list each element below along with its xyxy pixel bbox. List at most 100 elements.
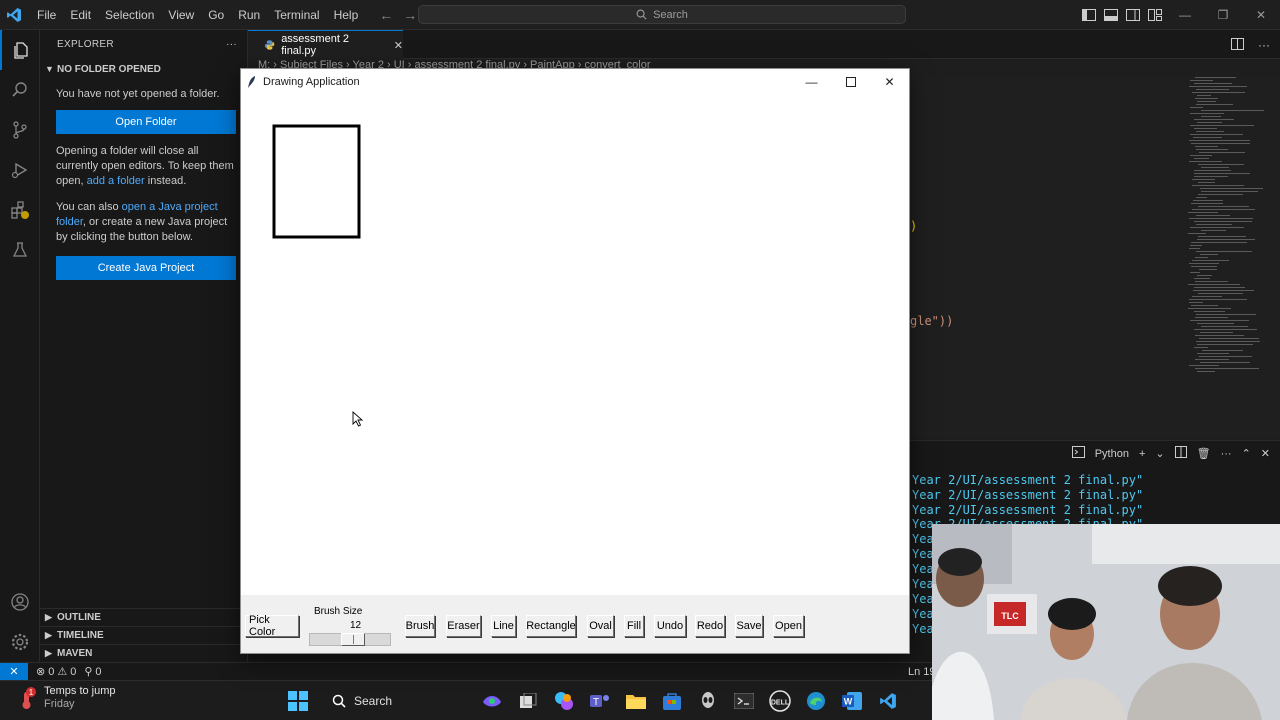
- explorer-files-icon[interactable]: [0, 30, 40, 70]
- maximize-panel-icon[interactable]: ⌃: [1242, 447, 1251, 460]
- minimap-line: [1195, 98, 1218, 99]
- menu-help[interactable]: Help: [327, 0, 366, 30]
- redo-button[interactable]: Redo: [695, 615, 725, 637]
- outline-section[interactable]: ▶ OUTLINE: [40, 608, 248, 626]
- minimap-line: [1188, 308, 1231, 309]
- forward-arrow-icon[interactable]: →: [403, 7, 417, 23]
- terminal-app-icon[interactable]: [730, 685, 758, 717]
- undo-button[interactable]: Undo: [654, 615, 686, 637]
- menu-terminal[interactable]: Terminal: [267, 0, 326, 30]
- terminal-line: Yea: [912, 592, 934, 606]
- menu-selection[interactable]: Selection: [98, 0, 161, 30]
- task-view-icon[interactable]: [514, 685, 542, 717]
- open-button[interactable]: Open: [773, 615, 804, 637]
- line-button[interactable]: Line: [491, 615, 516, 637]
- open-folder-button[interactable]: Open Folder: [56, 110, 236, 134]
- tab-close-icon[interactable]: ✕: [394, 39, 403, 52]
- source-control-icon[interactable]: [0, 110, 40, 150]
- menu-file[interactable]: File: [30, 0, 63, 30]
- split-terminal-icon[interactable]: [1174, 446, 1187, 461]
- widgets-icon[interactable]: [478, 685, 506, 717]
- menu-edit[interactable]: Edit: [63, 0, 98, 30]
- minimap-line: [1188, 233, 1206, 234]
- terminal-shell-label[interactable]: Python: [1095, 448, 1129, 460]
- accounts-icon[interactable]: [0, 582, 40, 622]
- minimap[interactable]: [1188, 77, 1270, 377]
- toggle-primary-sidebar-icon[interactable]: [1078, 0, 1100, 30]
- weather-widget[interactable]: 1 Temps to jump Friday: [18, 685, 116, 711]
- add-folder-link[interactable]: add a folder: [87, 175, 145, 187]
- file-explorer-icon[interactable]: [622, 685, 650, 717]
- save-button[interactable]: Save: [735, 615, 763, 637]
- taskbar-search[interactable]: Search: [320, 685, 470, 717]
- teams-icon[interactable]: T: [586, 685, 614, 717]
- menu-go[interactable]: Go: [201, 0, 231, 30]
- tab-assessment-file[interactable]: assessment 2 final.py ✕: [248, 30, 403, 59]
- terminal-line: Yea: [912, 532, 934, 546]
- ports-status[interactable]: ⚲ 0: [84, 665, 101, 679]
- new-terminal-icon[interactable]: +: [1139, 448, 1145, 460]
- testing-flask-icon[interactable]: [0, 230, 40, 270]
- fill-button[interactable]: Fill: [624, 615, 644, 637]
- minimap-line: [1197, 323, 1234, 324]
- drawing-app-titlebar[interactable]: Drawing Application — ✕: [241, 69, 909, 94]
- slider-thumb[interactable]: [341, 633, 365, 646]
- rectangle-button[interactable]: Rectangle: [526, 615, 576, 637]
- copilot-icon[interactable]: [550, 685, 578, 717]
- vscode-taskbar-icon[interactable]: [874, 685, 902, 717]
- vscode-minimize-icon[interactable]: —: [1166, 0, 1204, 30]
- brush-size-slider[interactable]: [309, 633, 391, 646]
- split-editor-icon[interactable]: [1231, 38, 1244, 53]
- microsoft-store-icon[interactable]: [658, 685, 686, 717]
- section-title: NO FOLDER OPENED: [57, 63, 161, 75]
- word-icon[interactable]: W: [838, 685, 866, 717]
- extensions-icon[interactable]: [0, 190, 40, 230]
- maximize-icon[interactable]: [831, 69, 870, 94]
- search-icon[interactable]: [0, 70, 40, 110]
- toggle-panel-icon[interactable]: [1100, 0, 1122, 30]
- more-actions-icon[interactable]: ···: [226, 39, 237, 50]
- close-icon[interactable]: ✕: [870, 69, 909, 94]
- manage-gear-icon[interactable]: [0, 622, 40, 662]
- drawing-canvas[interactable]: [241, 94, 909, 595]
- pick-color-button[interactable]: Pick Color: [245, 614, 299, 638]
- minimap-line: [1198, 236, 1246, 237]
- windows-start-icon[interactable]: [284, 685, 312, 717]
- no-folder-section[interactable]: ▼ NO FOLDER OPENED: [40, 58, 247, 80]
- edge-browser-icon[interactable]: [802, 685, 830, 717]
- brush-button[interactable]: Brush: [405, 615, 435, 637]
- warning-count: 0: [70, 665, 77, 678]
- menu-run[interactable]: Run: [231, 0, 267, 30]
- remote-indicator-icon[interactable]: ✕: [0, 662, 28, 681]
- close-panel-icon[interactable]: ✕: [1261, 447, 1270, 460]
- alienware-icon[interactable]: [694, 685, 722, 717]
- chevron-down-icon[interactable]: ⌄: [1155, 447, 1164, 460]
- trash-icon[interactable]: 🗑: [1197, 447, 1211, 460]
- outline-label: OUTLINE: [57, 612, 101, 623]
- oval-button[interactable]: Oval: [587, 615, 614, 637]
- problems-status[interactable]: ⊗ 0 ⚠ 0: [36, 665, 77, 679]
- minimap-line: [1192, 260, 1229, 261]
- eraser-button[interactable]: Eraser: [446, 615, 481, 637]
- dell-icon[interactable]: DELL: [766, 685, 794, 717]
- minimize-icon[interactable]: —: [792, 69, 831, 94]
- customize-layout-icon[interactable]: [1144, 0, 1166, 30]
- activity-bar: [0, 30, 40, 662]
- back-arrow-icon[interactable]: ←: [379, 7, 393, 23]
- vscode-close-icon[interactable]: ✕: [1242, 0, 1280, 30]
- timeline-section[interactable]: ▶ TIMELINE: [40, 626, 248, 644]
- toggle-secondary-sidebar-icon[interactable]: [1122, 0, 1144, 30]
- command-center-label: Search: [653, 8, 688, 21]
- menu-view[interactable]: View: [161, 0, 201, 30]
- maven-section[interactable]: ▶ MAVEN: [40, 644, 248, 662]
- editor-more-icon[interactable]: ···: [1258, 38, 1270, 53]
- panel-more-icon[interactable]: ···: [1221, 448, 1232, 460]
- create-java-project-button[interactable]: Create Java Project: [56, 256, 236, 280]
- command-center-search[interactable]: Search: [418, 5, 906, 24]
- minimap-line: [1198, 206, 1249, 207]
- run-and-debug-icon[interactable]: [0, 150, 40, 190]
- minimap-line: [1194, 128, 1217, 129]
- minimap-line: [1200, 362, 1250, 363]
- vscode-restore-icon[interactable]: ❐: [1204, 0, 1242, 30]
- svg-text:TLC: TLC: [1001, 611, 1019, 621]
